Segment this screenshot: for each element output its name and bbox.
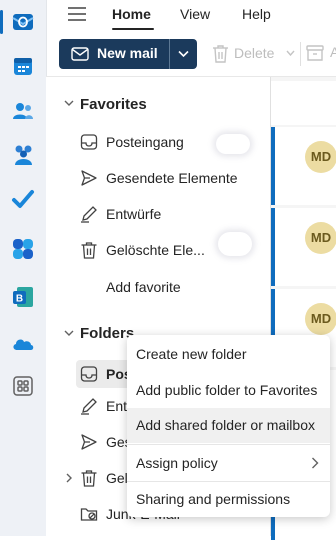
favorite-label: Gesendete Elemente: [106, 170, 238, 186]
menu-item-assign-policy[interactable]: Assign policy: [127, 446, 330, 480]
new-mail-split-button: New mail: [59, 39, 197, 69]
menu-item-sharing-permissions[interactable]: Sharing and permissions: [127, 482, 330, 516]
menu-item-label: Assign policy: [136, 455, 218, 471]
ribbon: New mail Delete A: [46, 34, 336, 77]
rail-selection-indicator: [0, 10, 3, 34]
favorite-item-sent[interactable]: Gesendete Elemente: [80, 168, 270, 190]
favorite-label: Posteingang: [106, 134, 184, 150]
delete-label: Delete: [234, 45, 275, 61]
envelope-icon: [71, 47, 89, 61]
chevron-down-icon[interactable]: [64, 328, 74, 338]
redaction-mark: [216, 134, 250, 154]
chevron-down-icon: [178, 50, 189, 58]
inbox-icon: [80, 366, 98, 382]
menu-item-label: Create new folder: [136, 346, 247, 362]
chevron-down-icon[interactable]: [64, 98, 74, 108]
inbox-icon: [80, 134, 98, 150]
message-row[interactable]: MD: [271, 127, 336, 205]
avatar: MD: [305, 141, 336, 173]
archive-icon: [306, 45, 324, 61]
menu-item-add-public-folder[interactable]: Add public folder to Favorites: [127, 373, 330, 407]
draft-icon: [81, 206, 97, 223]
tab-view[interactable]: View: [180, 6, 210, 22]
calendar-icon[interactable]: [11, 54, 35, 78]
chevron-right-icon: [312, 457, 319, 469]
outlook-icon[interactable]: [11, 10, 35, 34]
menu-item-add-shared-folder[interactable]: Add shared folder or mailbox: [127, 408, 330, 443]
chevron-down-icon: [286, 50, 295, 56]
favorite-item-drafts[interactable]: Entwürfe: [80, 204, 270, 226]
archive-label: A: [330, 44, 336, 60]
tab-home[interactable]: Home: [112, 6, 151, 22]
new-mail-button[interactable]: New mail: [59, 39, 169, 69]
tab-home-underline: [112, 28, 154, 30]
hamburger-menu-icon[interactable]: [68, 6, 86, 22]
top-nav: Home View Help: [46, 0, 336, 32]
favorite-label: Entwürfe: [106, 206, 162, 222]
new-mail-dropdown[interactable]: [170, 39, 197, 69]
todo-icon[interactable]: [11, 187, 35, 211]
menu-item-create-new-folder[interactable]: Create new folder: [127, 337, 330, 371]
tab-help[interactable]: Help: [242, 6, 271, 22]
add-favorite-link[interactable]: Add favorite: [106, 279, 181, 295]
message-list-header: [271, 81, 336, 125]
redaction-mark: [218, 232, 252, 256]
send-icon: [81, 170, 97, 186]
menu-item-label: Add public folder to Favorites: [136, 382, 318, 398]
new-mail-label: New mail: [97, 45, 158, 61]
favorite-label: Gelöschte Ele...: [106, 242, 205, 258]
trash-icon: [81, 470, 97, 487]
avatar: MD: [305, 303, 336, 335]
ribbon-divider: [300, 42, 301, 66]
folder-context-menu: Create new folder Add public folder to F…: [127, 335, 330, 517]
avatar: MD: [305, 222, 336, 254]
onedrive-icon[interactable]: [11, 331, 35, 355]
more-apps-icon[interactable]: [11, 374, 35, 398]
app-rail: B: [0, 0, 47, 536]
junk-icon: [80, 508, 98, 521]
draft-icon: [81, 398, 97, 415]
send-icon: [81, 434, 97, 450]
trash-icon: [213, 45, 228, 63]
people-icon[interactable]: [11, 99, 35, 123]
menu-separator: [127, 444, 330, 445]
chevron-right-icon[interactable]: [64, 473, 74, 483]
message-row[interactable]: MD: [271, 208, 336, 286]
menu-item-label: Sharing and permissions: [136, 491, 291, 507]
menu-item-label: Add shared folder or mailbox: [136, 417, 315, 433]
teams-icon[interactable]: [11, 143, 35, 167]
trash-icon: [81, 242, 97, 259]
favorites-heading[interactable]: Favorites: [80, 96, 147, 113]
svg-text:B: B: [16, 294, 23, 305]
copilot-icon[interactable]: [11, 237, 35, 261]
bookings-icon[interactable]: B: [11, 285, 35, 309]
